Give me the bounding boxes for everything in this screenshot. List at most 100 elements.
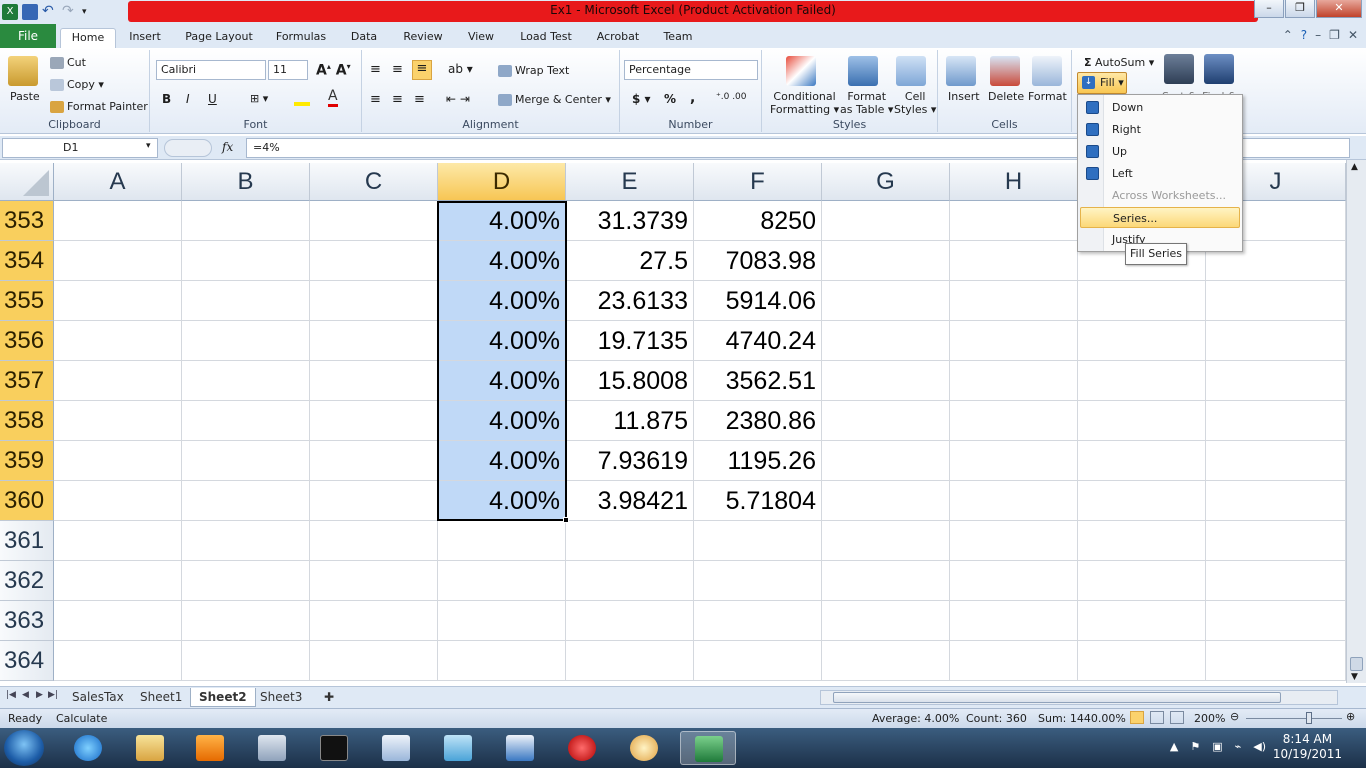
- cell-d[interactable]: 4.00%: [438, 321, 566, 361]
- align-center-icon[interactable]: ≡: [392, 92, 403, 107]
- tab-view[interactable]: View: [460, 28, 502, 48]
- page-break-view-icon[interactable]: [1170, 711, 1184, 724]
- cell-c[interactable]: [310, 521, 438, 561]
- insert-sheet-icon[interactable]: ✚: [316, 688, 342, 707]
- merge-center-button[interactable]: Merge & Center ▾: [498, 93, 611, 106]
- cell-j[interactable]: [1206, 321, 1346, 361]
- currency-button[interactable]: $ ▾: [632, 92, 651, 106]
- cell-e[interactable]: 23.6133: [566, 281, 694, 321]
- tray-flag-icon[interactable]: ⚑: [1190, 740, 1200, 753]
- first-sheet-icon[interactable]: |◀: [6, 690, 16, 700]
- cell-f[interactable]: [694, 601, 822, 641]
- conditional-formatting-button[interactable]: Conditional Formatting ▾: [770, 90, 839, 116]
- format-as-table-button[interactable]: Format as Table ▾: [840, 90, 893, 116]
- last-sheet-icon[interactable]: ▶|: [48, 690, 58, 700]
- tray-volume-icon[interactable]: ◀): [1253, 740, 1266, 753]
- cell-d[interactable]: 4.00%: [438, 361, 566, 401]
- cell-c[interactable]: [310, 601, 438, 641]
- cell-h[interactable]: [950, 481, 1078, 521]
- cell-f[interactable]: [694, 521, 822, 561]
- sort-filter-icon[interactable]: [1164, 54, 1194, 84]
- column-header-f[interactable]: F: [694, 163, 822, 201]
- row-header[interactable]: 364: [0, 641, 54, 681]
- cell-j[interactable]: [1206, 601, 1346, 641]
- taskbar-explorer-icon[interactable]: [122, 731, 178, 765]
- delete-cells-button[interactable]: Delete: [988, 90, 1024, 103]
- cell-d[interactable]: 4.00%: [438, 241, 566, 281]
- scroll-down-icon[interactable]: ▼: [1351, 672, 1358, 682]
- taskbar-ie-icon[interactable]: [60, 731, 116, 765]
- cell-e[interactable]: [566, 521, 694, 561]
- cell-b[interactable]: [182, 441, 310, 481]
- zoom-in-icon[interactable]: ⊕: [1346, 710, 1355, 723]
- cell-h[interactable]: [950, 641, 1078, 681]
- zoom-out-icon[interactable]: ⊖: [1230, 710, 1239, 723]
- format-as-table-icon[interactable]: [848, 56, 878, 86]
- cell-h[interactable]: [950, 401, 1078, 441]
- vertical-scroll-thumb[interactable]: [1350, 657, 1363, 671]
- horizontal-scroll-thumb[interactable]: [833, 692, 1281, 703]
- column-header-a[interactable]: A: [54, 163, 182, 201]
- column-header-b[interactable]: B: [182, 163, 310, 201]
- zoom-slider[interactable]: [1246, 718, 1342, 719]
- cell-j[interactable]: [1206, 521, 1346, 561]
- row-header[interactable]: 361: [0, 521, 54, 561]
- zoom-level[interactable]: 200%: [1194, 712, 1225, 725]
- tab-page-layout[interactable]: Page Layout: [180, 28, 258, 48]
- cell-j[interactable]: [1206, 481, 1346, 521]
- tray-device-icon[interactable]: ▣: [1212, 740, 1222, 753]
- cell-d[interactable]: 4.00%: [438, 481, 566, 521]
- cut-button[interactable]: Cut: [50, 56, 86, 69]
- paste-icon[interactable]: [8, 56, 38, 86]
- vertical-scrollbar[interactable]: ▲ ▼: [1346, 160, 1366, 683]
- cell-d[interactable]: 4.00%: [438, 201, 566, 241]
- cell-a[interactable]: [54, 241, 182, 281]
- minimize-button[interactable]: –: [1254, 0, 1284, 18]
- select-all-corner[interactable]: [0, 163, 54, 201]
- cell-a[interactable]: [54, 521, 182, 561]
- name-box[interactable]: D1: [2, 138, 158, 158]
- cell-i[interactable]: [1078, 441, 1206, 481]
- help-icon[interactable]: ?: [1301, 28, 1307, 42]
- cell-b[interactable]: [182, 321, 310, 361]
- cell-a[interactable]: [54, 601, 182, 641]
- insert-cells-button[interactable]: Insert: [948, 90, 980, 103]
- cell-f[interactable]: 8250: [694, 201, 822, 241]
- cell-b[interactable]: [182, 201, 310, 241]
- tab-load-test[interactable]: Load Test: [514, 28, 578, 48]
- cell-g[interactable]: [822, 241, 950, 281]
- fill-up-item[interactable]: Up: [1080, 141, 1240, 162]
- status-calculate[interactable]: Calculate: [56, 712, 107, 725]
- tray-expand-icon[interactable]: ▲: [1170, 740, 1178, 753]
- row-header[interactable]: 353: [0, 201, 54, 241]
- insert-cells-icon[interactable]: [946, 56, 976, 86]
- align-top-icon[interactable]: ≡: [370, 62, 381, 77]
- cell-d[interactable]: [438, 521, 566, 561]
- cell-g[interactable]: [822, 481, 950, 521]
- cell-d[interactable]: 4.00%: [438, 441, 566, 481]
- cell-j[interactable]: [1206, 441, 1346, 481]
- row-header[interactable]: 356: [0, 321, 54, 361]
- format-painter-button[interactable]: Format Painter: [50, 100, 148, 113]
- fill-down-item[interactable]: Down: [1080, 97, 1240, 118]
- percent-button[interactable]: %: [664, 92, 676, 106]
- save-icon[interactable]: [22, 4, 38, 20]
- indent-icons[interactable]: ⇤ ⇥: [446, 92, 470, 106]
- restore-button[interactable]: ❐: [1285, 0, 1315, 18]
- cell-g[interactable]: [822, 361, 950, 401]
- row-header[interactable]: 360: [0, 481, 54, 521]
- cell-a[interactable]: [54, 481, 182, 521]
- sheet-tab-sheet2[interactable]: Sheet2: [190, 688, 256, 707]
- column-header-c[interactable]: C: [310, 163, 438, 201]
- cell-e[interactable]: 19.7135: [566, 321, 694, 361]
- cell-i[interactable]: [1078, 281, 1206, 321]
- tab-insert[interactable]: Insert: [122, 28, 168, 48]
- column-header-d[interactable]: D: [438, 163, 566, 201]
- doc-restore-icon[interactable]: ❐: [1329, 28, 1340, 42]
- cell-f[interactable]: 4740.24: [694, 321, 822, 361]
- cell-h[interactable]: [950, 601, 1078, 641]
- cell-c[interactable]: [310, 441, 438, 481]
- cell-a[interactable]: [54, 201, 182, 241]
- cell-i[interactable]: [1078, 521, 1206, 561]
- delete-cells-icon[interactable]: [990, 56, 1020, 86]
